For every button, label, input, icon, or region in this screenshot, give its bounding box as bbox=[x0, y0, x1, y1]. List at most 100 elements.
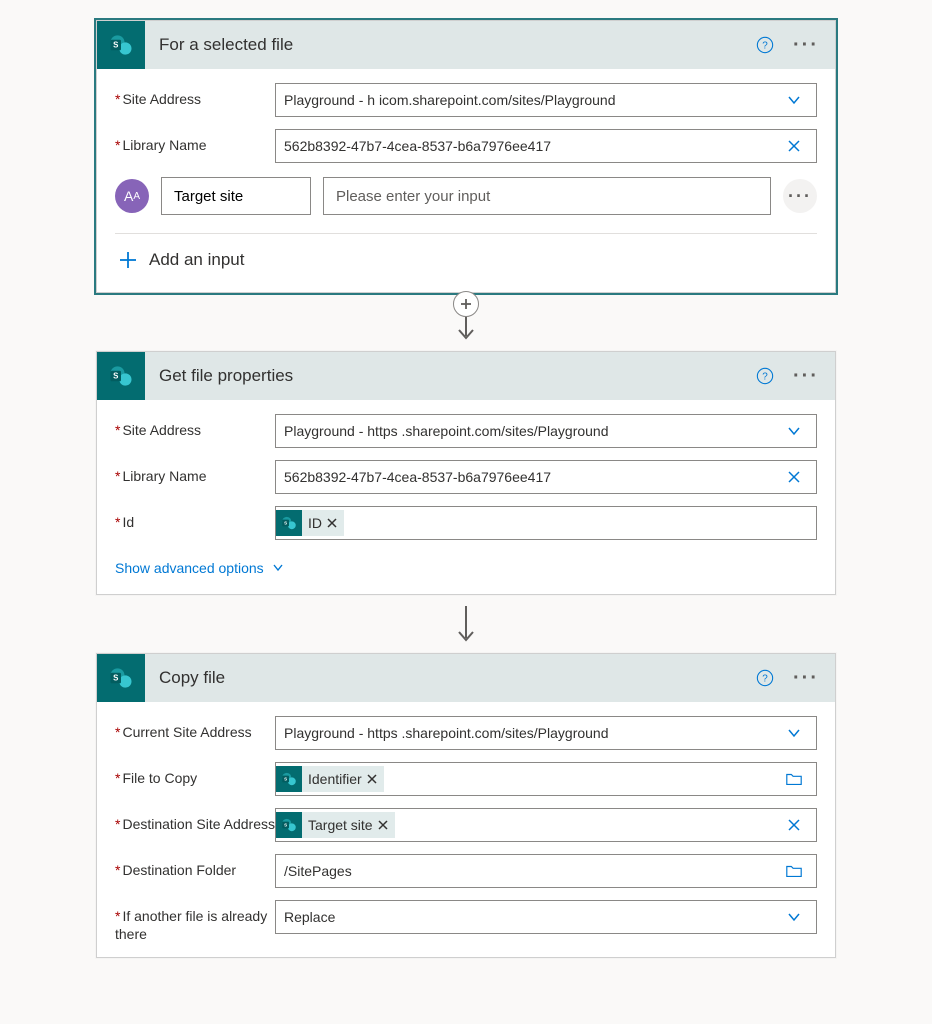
field-row-library-name: *Library Name 562b8392-47b7-4cea-8537-b6… bbox=[115, 460, 817, 494]
field-row-overwrite: *If another file is already there Replac… bbox=[115, 900, 817, 943]
field-row-site-address: *Site Address Playground - https .sharep… bbox=[115, 414, 817, 448]
field-value: 562b8392-47b7-4cea-8537-b6a7976ee417 bbox=[284, 138, 780, 154]
field-value: Playground - h icom.sharepoint.com/sites… bbox=[284, 92, 780, 108]
field-label: Site Address bbox=[122, 91, 201, 107]
field-value: /SitePages bbox=[284, 863, 780, 879]
clear-icon[interactable] bbox=[780, 811, 808, 839]
chevron-down-icon[interactable] bbox=[780, 417, 808, 445]
svg-text:?: ? bbox=[762, 41, 768, 52]
library-name-input[interactable]: 562b8392-47b7-4cea-8537-b6a7976ee417 bbox=[275, 129, 817, 163]
field-row-library-name: *Library Name 562b8392-47b7-4cea-8537-b6… bbox=[115, 129, 817, 163]
action-card-get-file-properties: S Get file properties ? ··· *Site Addres… bbox=[96, 351, 836, 595]
connector bbox=[455, 595, 477, 653]
chevron-down-icon[interactable] bbox=[780, 86, 808, 114]
add-input-label: Add an input bbox=[149, 250, 244, 270]
field-row-site-address: *Site Address Playground - h icom.sharep… bbox=[115, 83, 817, 117]
custom-input-more-icon[interactable]: ··· bbox=[783, 179, 817, 213]
custom-input-name[interactable]: Target site bbox=[161, 177, 311, 215]
sharepoint-icon: S bbox=[276, 510, 302, 536]
folder-picker-icon[interactable] bbox=[780, 765, 808, 793]
overwrite-input[interactable]: Replace bbox=[275, 900, 817, 934]
help-icon[interactable]: ? bbox=[755, 366, 775, 386]
dynamic-token[interactable]: S Identifier bbox=[276, 766, 384, 792]
plus-icon bbox=[119, 251, 137, 269]
site-address-input[interactable]: Playground - https .sharepoint.com/sites… bbox=[275, 414, 817, 448]
card-title: Copy file bbox=[159, 668, 755, 688]
token-remove-icon[interactable] bbox=[377, 819, 389, 831]
text-input-type-icon[interactable]: AA bbox=[115, 179, 149, 213]
token-label: Identifier bbox=[308, 771, 362, 787]
custom-input-row: AA Target site Please enter your input ·… bbox=[115, 177, 817, 234]
field-value: Playground - https .sharepoint.com/sites… bbox=[284, 423, 780, 439]
field-label: Site Address bbox=[122, 422, 201, 438]
clear-icon[interactable] bbox=[780, 132, 808, 160]
library-name-input[interactable]: 562b8392-47b7-4cea-8537-b6a7976ee417 bbox=[275, 460, 817, 494]
card-header[interactable]: S For a selected file ? ··· bbox=[97, 21, 835, 69]
current-site-input[interactable]: Playground - https .sharepoint.com/sites… bbox=[275, 716, 817, 750]
id-input[interactable]: S ID bbox=[275, 506, 817, 540]
dynamic-token[interactable]: S ID bbox=[276, 510, 344, 536]
more-menu-icon[interactable]: ··· bbox=[789, 667, 823, 690]
sharepoint-icon: S bbox=[276, 766, 302, 792]
more-menu-icon[interactable]: ··· bbox=[789, 365, 823, 388]
field-label: If another file is already there bbox=[115, 908, 267, 942]
field-label: Destination Folder bbox=[122, 862, 236, 878]
site-address-input[interactable]: Playground - h icom.sharepoint.com/sites… bbox=[275, 83, 817, 117]
action-card-copy-file: S Copy file ? ··· *Current Site Address … bbox=[96, 653, 836, 958]
field-value: Playground - https .sharepoint.com/sites… bbox=[284, 725, 780, 741]
show-advanced-label: Show advanced options bbox=[115, 560, 264, 576]
field-row-dest-site: *Destination Site Address S Target site bbox=[115, 808, 817, 842]
field-row-dest-folder: *Destination Folder /SitePages bbox=[115, 854, 817, 888]
file-to-copy-input[interactable]: S Identifier bbox=[275, 762, 817, 796]
dest-site-input[interactable]: S Target site bbox=[275, 808, 817, 842]
svg-text:S: S bbox=[284, 777, 287, 782]
dynamic-token[interactable]: S Target site bbox=[276, 812, 395, 838]
field-label: Current Site Address bbox=[122, 724, 251, 740]
card-header[interactable]: S Copy file ? ··· bbox=[97, 654, 835, 702]
field-row-file-copy: *File to Copy S Identifier bbox=[115, 762, 817, 796]
field-label: Library Name bbox=[122, 137, 206, 153]
svg-text:S: S bbox=[113, 674, 118, 683]
help-icon[interactable]: ? bbox=[755, 35, 775, 55]
custom-input-prompt[interactable]: Please enter your input bbox=[323, 177, 771, 215]
token-remove-icon[interactable] bbox=[326, 517, 338, 529]
sharepoint-icon: S bbox=[97, 352, 145, 400]
help-icon[interactable]: ? bbox=[755, 668, 775, 688]
field-label: File to Copy bbox=[122, 770, 197, 786]
card-title: For a selected file bbox=[159, 35, 755, 55]
token-label: ID bbox=[308, 515, 322, 531]
sharepoint-icon: S bbox=[97, 654, 145, 702]
arrow-down-icon bbox=[455, 604, 477, 644]
clear-icon[interactable] bbox=[780, 463, 808, 491]
more-menu-icon[interactable]: ··· bbox=[789, 34, 823, 57]
field-label: Id bbox=[122, 514, 134, 530]
card-header[interactable]: S Get file properties ? ··· bbox=[97, 352, 835, 400]
dest-folder-input[interactable]: /SitePages bbox=[275, 854, 817, 888]
chevron-down-icon[interactable] bbox=[780, 903, 808, 931]
folder-picker-icon[interactable] bbox=[780, 857, 808, 885]
svg-text:S: S bbox=[284, 521, 287, 526]
sharepoint-icon: S bbox=[276, 812, 302, 838]
svg-text:S: S bbox=[113, 372, 118, 381]
add-step-button[interactable] bbox=[453, 291, 479, 317]
connector bbox=[455, 293, 477, 351]
svg-text:S: S bbox=[113, 41, 118, 50]
field-label: Library Name bbox=[122, 468, 206, 484]
token-label: Target site bbox=[308, 817, 373, 833]
field-row-id: *Id S ID bbox=[115, 506, 817, 540]
field-row-current-site: *Current Site Address Playground - https… bbox=[115, 716, 817, 750]
svg-text:S: S bbox=[284, 823, 287, 828]
card-title: Get file properties bbox=[159, 366, 755, 386]
action-card-selected-file: S For a selected file ? ··· *Site Addres… bbox=[96, 20, 836, 293]
field-value: 562b8392-47b7-4cea-8537-b6a7976ee417 bbox=[284, 469, 780, 485]
field-value: Replace bbox=[284, 909, 780, 925]
show-advanced-button[interactable]: Show advanced options bbox=[115, 552, 817, 580]
add-input-button[interactable]: Add an input bbox=[115, 234, 817, 278]
field-label: Destination Site Address bbox=[122, 816, 275, 832]
svg-text:?: ? bbox=[762, 372, 768, 383]
svg-text:?: ? bbox=[762, 674, 768, 685]
sharepoint-icon: S bbox=[97, 21, 145, 69]
chevron-down-icon bbox=[272, 562, 284, 574]
chevron-down-icon[interactable] bbox=[780, 719, 808, 747]
token-remove-icon[interactable] bbox=[366, 773, 378, 785]
